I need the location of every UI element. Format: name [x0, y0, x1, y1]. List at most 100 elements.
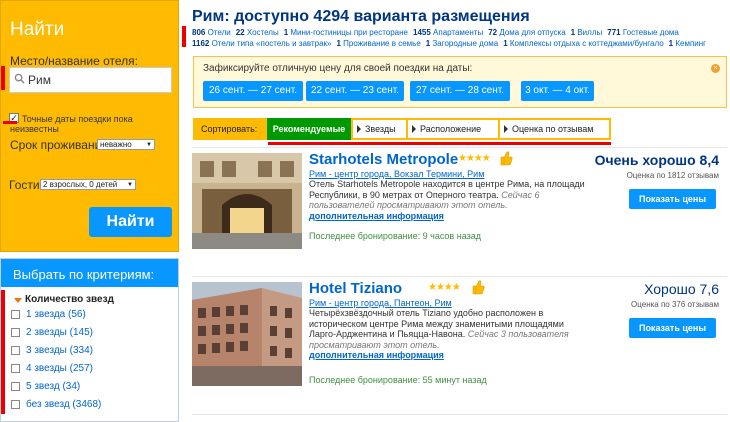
- star-filter-label[interactable]: 1 звезда (56): [26, 309, 86, 320]
- date-option-button[interactable]: 3 окт. — 4 окт.: [521, 81, 594, 101]
- star-filter-checkbox[interactable]: [11, 400, 20, 409]
- date-option-button[interactable]: 22 сент. — 23 сент.: [306, 81, 404, 101]
- thumbs-up-icon: [500, 151, 513, 166]
- sort-tab-location[interactable]: Расположение: [408, 120, 498, 138]
- property-type-link[interactable]: 1 Виллы: [571, 28, 603, 37]
- guests-value: 2 взрослых, 0 детей: [43, 180, 118, 189]
- star-rating-icon: ★★★★: [428, 282, 461, 293]
- sort-label: Сортировать:: [201, 124, 258, 134]
- search-icon: [14, 73, 25, 84]
- hotel-description: Четырёхзвёздочный отель Tiziano удобно р…: [309, 308, 589, 361]
- star-filter-checkbox[interactable]: [11, 310, 20, 319]
- property-type-link[interactable]: 1 Мини-гостиницы при ресторане: [284, 28, 408, 37]
- show-prices-button[interactable]: Показать цены: [629, 189, 716, 209]
- property-type-label: Отели: [205, 28, 231, 37]
- property-type-count: 1455: [413, 28, 431, 37]
- exact-dates-label: Точные даты поездки пока неизвестны: [10, 114, 133, 134]
- property-type-link[interactable]: 22 Хостелы: [236, 28, 279, 37]
- hotel-description-text: Отель Starhotels Metropole находится в ц…: [309, 179, 585, 200]
- hotel-location-link[interactable]: Рим - центр города, Вокзал Термини, Рим: [309, 169, 484, 179]
- more-info-link[interactable]: дополнительная информация: [309, 211, 589, 222]
- star-filter-label[interactable]: 4 звезды (257): [26, 363, 93, 374]
- property-type-count: 1162: [192, 39, 210, 48]
- caret-down-icon[interactable]: [14, 298, 22, 303]
- review-score: Очень хорошо 8,4: [594, 152, 719, 168]
- date-suggestion-prompt: Зафиксируйте отличную цену для своей пое…: [203, 63, 473, 74]
- property-type-label: Комплексы отдыха с коттеджами/бунгало: [507, 39, 664, 48]
- guests-select[interactable]: 2 взрослых, 0 детей ▼: [40, 179, 136, 190]
- stay-duration-value: неважно: [100, 140, 132, 149]
- hotel-name[interactable]: Starhotels Metropole: [309, 151, 458, 168]
- property-type-links: 806 Отели 22 Хостелы 1 Мини-гостиницы при …: [192, 28, 684, 37]
- chevron-down-icon: ▼: [127, 182, 133, 188]
- filter-panel: Выбрать по критериям: Количество звезд 1…: [0, 258, 179, 422]
- property-type-link[interactable]: 1162 Отели типа «постель и завтрак»: [192, 39, 332, 48]
- page-title: Рим: доступно 4294 варианта размещения: [192, 8, 530, 25]
- search-panel: Найти Место/название отеля: Рим ✓ Точные…: [0, 0, 179, 252]
- close-icon[interactable]: ×: [711, 64, 720, 73]
- hotel-photo[interactable]: [192, 153, 302, 249]
- filter-title: Выбрать по критериям:: [1, 259, 178, 287]
- annotation-mark: [1, 66, 5, 90]
- star-filter-label[interactable]: 5 звезд (34): [26, 381, 80, 392]
- property-type-label: Загородные дома: [430, 39, 499, 48]
- stay-duration-label: Срок проживания: [10, 138, 108, 152]
- star-filter-checkbox[interactable]: [11, 382, 20, 391]
- property-type-link[interactable]: 1 Загородные дома: [426, 39, 498, 48]
- property-type-label: Кемпинг: [673, 39, 707, 48]
- star-filter-label[interactable]: 3 звезды (334): [26, 345, 93, 356]
- property-type-label: Мини-гостиницы при ресторане: [288, 28, 408, 37]
- property-type-links: 1162 Отели типа «постель и завтрак» 1 Про…: [192, 39, 711, 48]
- sort-tab-recommended[interactable]: Рекомендуемые: [267, 118, 351, 140]
- property-type-count: 72: [488, 28, 498, 37]
- show-prices-button[interactable]: Показать цены: [629, 318, 716, 338]
- stars-filter-heading[interactable]: Количество звезд: [25, 294, 114, 305]
- annotation-mark: [182, 26, 186, 47]
- annotation-mark: [1, 290, 5, 414]
- sort-bar: Сортировать: Рекомендуемые Звезды Распол…: [193, 118, 611, 140]
- property-type-label: Апартаменты: [430, 28, 484, 37]
- date-option-button[interactable]: 27 сент. — 28 сент.: [410, 81, 510, 101]
- chevron-down-icon: ▼: [146, 142, 152, 148]
- hotel-card-partial: [192, 414, 727, 422]
- property-type-link[interactable]: 1455 Апартаменты: [413, 28, 483, 37]
- hotel-card: Hotel Tiziano ★★★★ Рим - центр города, П…: [192, 276, 727, 404]
- property-type-label: Проживание в семье: [340, 39, 421, 48]
- date-suggestion-box: Зафиксируйте отличную цену для своей пое…: [193, 56, 727, 108]
- property-type-link[interactable]: 1 Комплексы отдыха с коттеджами/бунгало: [503, 39, 663, 48]
- property-type-link[interactable]: 72 Дома для отпуска: [488, 28, 565, 37]
- annotation-mark: [268, 142, 611, 145]
- property-type-count: 22: [235, 28, 245, 37]
- hotel-description: Отель Starhotels Metropole находится в ц…: [309, 179, 589, 221]
- search-button[interactable]: Найти: [89, 207, 172, 237]
- stay-duration-select[interactable]: неважно ▼: [97, 139, 155, 150]
- hotel-location-link[interactable]: Рим - центр города, Пантеон, Рим: [309, 298, 452, 308]
- more-info-link[interactable]: дополнительная информация: [309, 350, 589, 361]
- search-title: Найти: [10, 19, 65, 40]
- property-type-link[interactable]: 771 Гостевые дома: [607, 28, 679, 37]
- star-filter-label[interactable]: без звезд (3468): [26, 399, 101, 410]
- thumbs-up-icon: [472, 280, 485, 295]
- property-type-count: 806: [192, 28, 206, 37]
- property-type-label: Гостевые дома: [620, 28, 679, 37]
- star-filter-checkbox[interactable]: [11, 364, 20, 373]
- annotation-mark: [3, 121, 17, 124]
- star-filter-label[interactable]: 2 звезды (145): [26, 327, 93, 338]
- review-score: Хорошо 7,6: [644, 281, 719, 297]
- star-filter-checkbox[interactable]: [11, 346, 20, 355]
- sort-tab-review-score[interactable]: Оценка по отзывам: [500, 120, 609, 138]
- hotel-name[interactable]: Hotel Tiziano: [309, 280, 402, 297]
- star-filter-checkbox[interactable]: [11, 328, 20, 337]
- hotel-photo[interactable]: [192, 282, 302, 386]
- property-type-label: Виллы: [575, 28, 603, 37]
- review-count: Оценка по 1812 отзывам: [626, 171, 719, 180]
- place-label: Место/название отеля:: [10, 54, 138, 68]
- property-type-link[interactable]: 1 Проживание в семье: [337, 39, 421, 48]
- place-input[interactable]: Рим: [9, 67, 172, 93]
- property-type-link[interactable]: 806 Отели: [192, 28, 231, 37]
- property-type-link[interactable]: 1 Кемпинг: [669, 39, 706, 48]
- sort-tab-stars[interactable]: Звезды: [353, 120, 406, 138]
- property-type-label: Отели типа «постель и завтрак»: [209, 39, 332, 48]
- guests-label: Гости: [9, 178, 40, 192]
- date-option-button[interactable]: 26 сент. — 27 сент.: [203, 81, 303, 101]
